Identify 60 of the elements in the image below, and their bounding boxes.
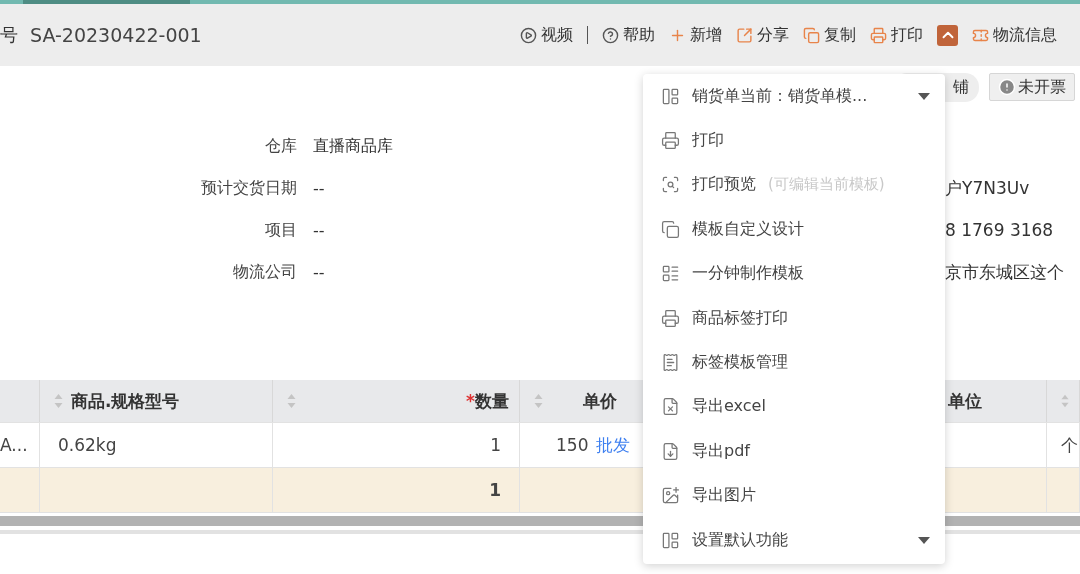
- field-label: 项目: [265, 219, 297, 241]
- menu-item[interactable]: 导出图片: [643, 473, 945, 518]
- file-cross-icon: [661, 397, 680, 417]
- column-header: 商品.规格型号: [40, 380, 273, 422]
- document-number: SA-20230422-001: [30, 24, 203, 46]
- printer-icon: [661, 131, 680, 151]
- sort-icon[interactable]: [54, 393, 63, 409]
- invoice-button[interactable]: 未开票: [989, 73, 1075, 101]
- field-value: --: [312, 178, 325, 198]
- sort-icon[interactable]: [534, 393, 543, 409]
- play-icon: [520, 26, 537, 44]
- menu-item[interactable]: 打印: [643, 118, 945, 163]
- sort-icon[interactable]: [1061, 393, 1069, 409]
- share-icon: [736, 26, 753, 44]
- table-cell: A...: [0, 423, 40, 467]
- toolbar-button[interactable]: 分享: [736, 24, 789, 46]
- toolbar-button[interactable]: 打印: [870, 24, 923, 46]
- layout-icon: [661, 86, 680, 106]
- column-header: *数量: [273, 380, 520, 422]
- collapse-button[interactable]: [937, 24, 958, 46]
- file-download-icon: [661, 441, 680, 461]
- summary-cell: 1: [273, 468, 520, 512]
- printer-icon: [870, 26, 887, 44]
- copy-icon: [803, 26, 820, 44]
- table-cell: 1: [273, 423, 520, 467]
- image-icon: [661, 486, 680, 506]
- toolbar-button[interactable]: 新增: [669, 24, 722, 46]
- table-cell: 个: [1047, 423, 1080, 467]
- field-label: 预计交货日期: [201, 177, 297, 199]
- menu-item[interactable]: 商品标签打印: [643, 295, 945, 341]
- menu-item[interactable]: 一分钟制作模板: [643, 251, 945, 296]
- toolbar-button[interactable]: 复制: [803, 24, 856, 46]
- caret-icon: [918, 536, 930, 544]
- price-type-link[interactable]: 批发: [596, 433, 631, 457]
- copy-icon: [661, 219, 680, 239]
- caret-icon: [918, 92, 930, 100]
- magnifier-icon: [661, 175, 680, 195]
- field-value: 户Y7N3Uv: [945, 176, 1030, 200]
- field-label: 物流公司: [233, 261, 297, 283]
- toolbar-button[interactable]: 帮助: [602, 24, 655, 46]
- sort-icon[interactable]: [287, 393, 296, 409]
- alert-icon: [998, 78, 1016, 96]
- field-label: 仓库: [265, 135, 297, 157]
- field-value: --: [312, 262, 325, 282]
- field-value: 京市东城区这个: [945, 260, 1064, 284]
- printer-icon: [661, 308, 680, 328]
- menu-select[interactable]: 设置默认功能: [643, 517, 945, 563]
- field-value: 8 1769 3168: [945, 220, 1054, 240]
- field-value: --: [312, 220, 325, 240]
- toolbar-divider: [587, 26, 588, 44]
- receipt-icon: [661, 353, 680, 373]
- layout-icon: [661, 530, 680, 550]
- toolbar-button[interactable]: 视频: [520, 24, 573, 46]
- table-cell: 0.62kg: [40, 423, 273, 467]
- menu-item[interactable]: 模板自定义设计: [643, 207, 945, 252]
- toolbar-button[interactable]: 物流信息: [972, 24, 1057, 46]
- help-icon: [602, 26, 619, 44]
- list-icon: [661, 264, 680, 284]
- field-label: 号: [0, 23, 18, 47]
- field-value: 直播商品库: [312, 135, 393, 157]
